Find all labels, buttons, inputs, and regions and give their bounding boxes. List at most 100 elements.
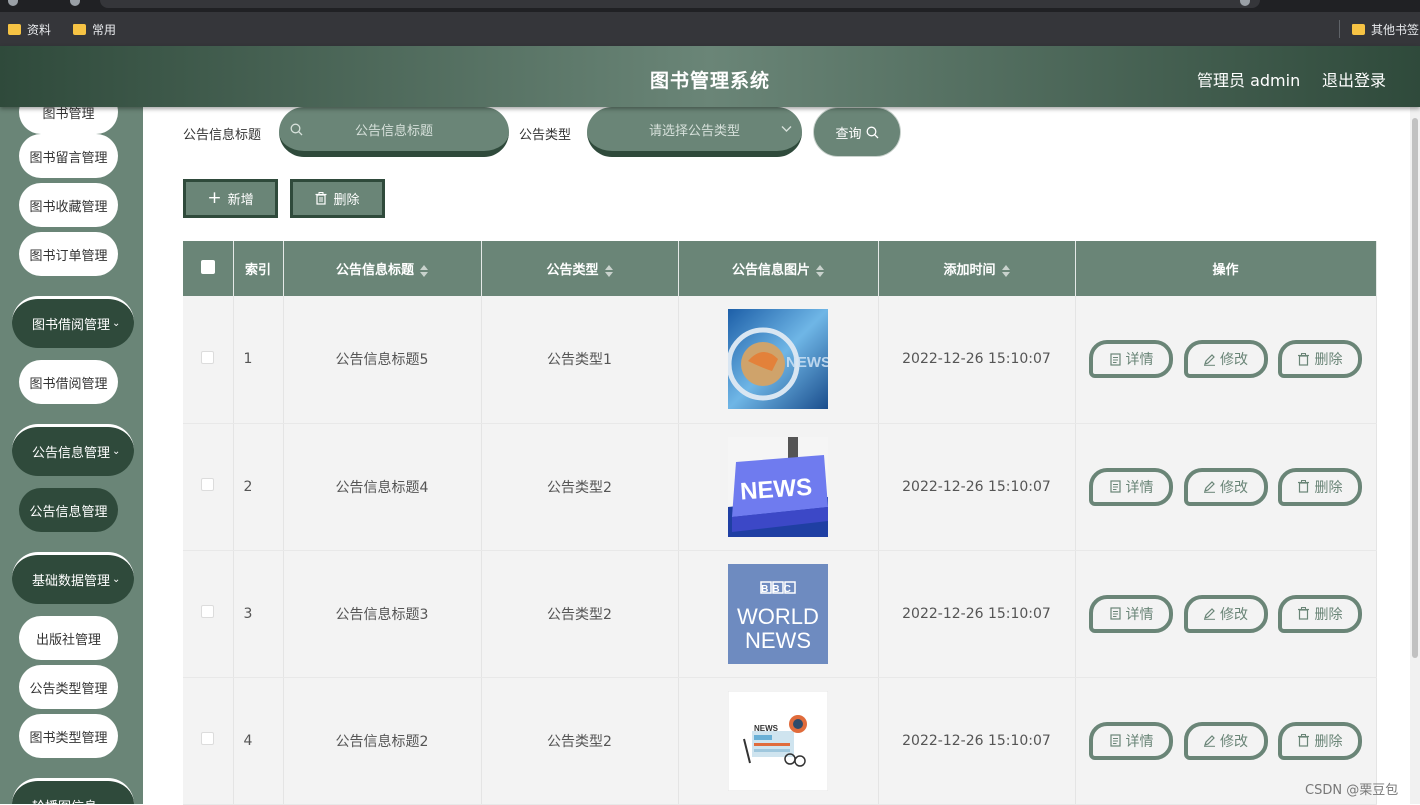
delete-label: 删除 — [1314, 733, 1343, 750]
news-key-image[interactable]: NEWS — [728, 436, 828, 537]
svg-text:NEWS: NEWS — [786, 354, 828, 371]
select-all-cell[interactable] — [183, 241, 234, 296]
delete-button[interactable]: 删除 — [1277, 721, 1362, 760]
edit-label: 修改 — [1220, 733, 1248, 750]
detail-button[interactable]: 详情 — [1089, 721, 1174, 760]
news-globe-image[interactable]: NEWS — [728, 309, 828, 410]
detail-button[interactable]: 详情 — [1089, 467, 1174, 506]
edit-button[interactable]: 修改 — [1183, 467, 1268, 506]
title-search-label: 公告信息标题 — [183, 128, 262, 143]
bookmark-folder[interactable]: 其他书签 — [1352, 21, 1419, 38]
column-header-time[interactable]: 添加时间 — [878, 241, 1076, 296]
delete-button[interactable]: 删除 — [1277, 340, 1362, 379]
select-all-checkbox[interactable] — [200, 259, 215, 274]
edit-button[interactable]: 修改 — [1183, 340, 1268, 379]
plus-icon: + — [207, 188, 222, 208]
sort-icon[interactable] — [816, 264, 824, 277]
bookmarks-bar: 资料 常用 其他书签 — [0, 12, 1420, 46]
sidebar-group-label: 公告信息管理 — [32, 446, 111, 461]
column-header-title[interactable]: 公告信息标题 — [283, 241, 482, 296]
sidebar-group-basic-data[interactable]: 基础数据管理 ⌄ — [12, 552, 134, 604]
bbc-world-news-image[interactable]: BBC WORLD NEWS — [728, 563, 828, 664]
batch-delete-button[interactable]: 删除 — [290, 179, 385, 218]
address-bar[interactable] — [100, 0, 1260, 8]
row-type: 公告类型1 — [481, 296, 679, 424]
add-button[interactable]: + 新增 — [183, 179, 278, 218]
column-header-index: 索引 — [233, 241, 284, 296]
sidebar-group-label: 轮播图信息 — [32, 796, 97, 804]
back-icon[interactable] — [8, 0, 18, 6]
column-header-label: 添加时间 — [943, 263, 996, 278]
row-index: 3 — [233, 550, 284, 678]
sidebar-item-label: 图书管理 — [42, 107, 95, 122]
sort-icon[interactable] — [1001, 264, 1010, 277]
logout-link[interactable]: 退出登录 — [1322, 67, 1386, 91]
row-checkbox[interactable] — [201, 605, 215, 618]
edit-button[interactable]: 修改 — [1183, 594, 1268, 633]
folder-icon — [73, 24, 86, 35]
chevron-icon: ⌄ — [99, 800, 107, 804]
document-icon — [1109, 734, 1121, 747]
sidebar-group-carousel[interactable]: 轮播图信息⌄ — [12, 778, 134, 804]
row-checkbox[interactable] — [201, 478, 215, 491]
edit-button[interactable]: 修改 — [1183, 721, 1268, 760]
sidebar-item-book-order[interactable]: 图书订单管理 — [19, 232, 118, 276]
column-header-label: 公告信息标题 — [335, 263, 414, 278]
sidebar-item-book-favorite[interactable]: 图书收藏管理 — [19, 183, 118, 227]
edit-icon — [1204, 735, 1215, 747]
trash-icon — [1298, 480, 1310, 493]
row-select-cell[interactable] — [183, 550, 234, 678]
type-select[interactable]: 请选择公告类型 — [587, 107, 802, 157]
sidebar-group-notice[interactable]: 公告信息管理 ⌄ — [12, 424, 134, 476]
sidebar-item-book-message[interactable]: 图书留言管理 — [19, 134, 118, 178]
sort-icon[interactable] — [604, 264, 613, 277]
query-button[interactable]: 查询 — [813, 107, 901, 157]
trash-icon — [1298, 352, 1310, 366]
sidebar-item-notice-type[interactable]: 公告类型管理 — [19, 665, 118, 709]
sort-icon[interactable] — [420, 264, 428, 277]
detail-button[interactable]: 详情 — [1089, 594, 1174, 633]
edit-label: 修改 — [1220, 479, 1248, 496]
document-icon — [1109, 480, 1121, 493]
row-select-cell[interactable] — [183, 677, 234, 805]
row-type: 公告类型2 — [481, 550, 679, 678]
title-search-placeholder: 公告信息标题 — [354, 123, 433, 139]
bookmark-folder[interactable]: 常用 — [73, 21, 116, 38]
row-title: 公告信息标题3 — [283, 550, 482, 678]
watermark: CSDN @栗豆包 — [1305, 783, 1399, 798]
sidebar-item-publisher[interactable]: 出版社管理 — [19, 616, 118, 660]
column-header-image[interactable]: 公告信息图片 — [678, 241, 879, 296]
row-time: 2022-12-26 15:10:07 — [878, 677, 1076, 805]
news-paper-image[interactable]: NEWS — [728, 690, 828, 791]
sidebar-item-book-type[interactable]: 图书类型管理 — [19, 714, 118, 758]
edit-icon — [1204, 481, 1215, 493]
row-type: 公告类型2 — [481, 423, 679, 551]
row-title: 公告信息标题4 — [283, 423, 482, 551]
title-search-input[interactable]: 公告信息标题 — [279, 107, 509, 157]
column-header-label: 公告类型 — [546, 263, 599, 278]
row-select-cell[interactable] — [183, 423, 234, 551]
reload-icon[interactable] — [70, 0, 80, 6]
row-time: 2022-12-26 15:10:07 — [878, 550, 1076, 678]
sidebar-item-notice[interactable]: 公告信息管理 — [19, 488, 118, 532]
search-icon — [866, 126, 878, 138]
folder-icon — [8, 24, 21, 35]
detail-button[interactable]: 详情 — [1089, 340, 1174, 379]
row-checkbox[interactable] — [201, 732, 215, 745]
delete-button[interactable]: 删除 — [1277, 467, 1362, 506]
column-header-type[interactable]: 公告类型 — [481, 241, 679, 296]
sidebar-item-book[interactable]: 图书管理 — [19, 107, 118, 134]
row-actions: 详情 修改 删除 — [1075, 550, 1377, 678]
bookmark-folder[interactable]: 资料 — [8, 21, 51, 38]
sidebar-item-borrow[interactable]: 图书借阅管理 — [19, 360, 118, 404]
sidebar-group-borrow[interactable]: 图书借阅管理 ⌄ — [12, 296, 134, 348]
row-select-cell[interactable] — [183, 296, 234, 424]
delete-button[interactable]: 删除 — [1277, 594, 1362, 633]
row-checkbox[interactable] — [201, 350, 215, 364]
row-actions: 详情 修改 删除 — [1075, 423, 1377, 551]
chevron-icon: ⌄ — [112, 574, 121, 585]
user-label[interactable]: 管理员 admin — [1197, 67, 1300, 91]
scrollbar-thumb[interactable] — [1412, 118, 1418, 658]
sidebar-item-label: 图书类型管理 — [29, 730, 108, 746]
sidebar-item-label: 图书借阅管理 — [29, 376, 108, 392]
